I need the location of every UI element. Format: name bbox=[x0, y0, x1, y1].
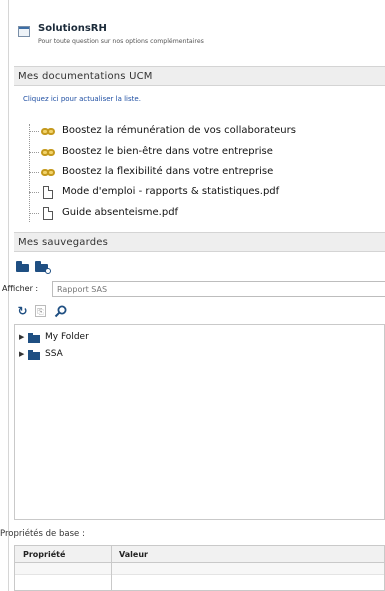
saves-panel: Mes sauvegardes Afficher : ↻ ⎘ ▶ My Fold… bbox=[0, 232, 385, 591]
docs-header: Mes documentations UCM bbox=[14, 66, 385, 86]
link-icon bbox=[41, 149, 55, 156]
folder-name[interactable]: My Folder bbox=[45, 332, 89, 342]
doc-item[interactable]: Guide absenteisme.pdf bbox=[29, 205, 385, 223]
file-icon bbox=[43, 207, 53, 220]
saves-header: Mes sauvegardes bbox=[14, 232, 385, 252]
docs-header-title: Mes documentations UCM bbox=[18, 71, 153, 82]
column-divider bbox=[111, 546, 112, 591]
folder-tree[interactable]: ▶ My Folder ▶ SSA bbox=[14, 324, 385, 520]
doc-label[interactable]: Mode d'emploi - rapports & statistiques.… bbox=[62, 186, 279, 197]
expand-arrow-icon[interactable]: ▶ bbox=[19, 333, 24, 341]
doc-item[interactable]: Boostez la flexibilité dans votre entrep… bbox=[29, 164, 385, 182]
link-icon bbox=[41, 128, 55, 135]
doc-label[interactable]: Boostez le bien-être dans votre entrepri… bbox=[62, 146, 273, 157]
computer-icon bbox=[18, 26, 30, 37]
tree-toolbar: ↻ ⎘ bbox=[14, 304, 104, 320]
filter-row: Afficher : bbox=[0, 280, 385, 298]
promo-subtitle: Pour toute question sur nos options comp… bbox=[38, 38, 204, 45]
props-header: Propriété Valeur bbox=[15, 546, 384, 563]
doc-item[interactable]: Boostez la rémunération de vos collabora… bbox=[29, 123, 385, 141]
props-table: Propriété Valeur bbox=[14, 545, 385, 591]
filter-label: Afficher : bbox=[2, 284, 39, 293]
search-icon[interactable] bbox=[54, 305, 67, 318]
folder-icon bbox=[28, 333, 40, 343]
expand-arrow-icon[interactable]: ▶ bbox=[19, 350, 24, 358]
open-folder-icon[interactable] bbox=[16, 261, 29, 272]
docs-panel: Mes documentations UCM Cliquez ici pour … bbox=[14, 66, 385, 226]
filter-input[interactable] bbox=[52, 281, 385, 297]
column-value[interactable]: Valeur bbox=[119, 550, 148, 559]
tree-folder[interactable]: ▶ My Folder bbox=[19, 331, 219, 345]
table-row bbox=[15, 563, 384, 575]
refresh-icon[interactable]: ↻ bbox=[16, 305, 29, 318]
folder-settings-icon[interactable] bbox=[35, 261, 51, 274]
refresh-link[interactable]: Cliquez ici pour actualiser la liste. bbox=[23, 95, 141, 103]
promo-title[interactable]: SolutionsRH bbox=[38, 23, 107, 34]
props-label: Propriétés de base : bbox=[0, 529, 85, 539]
tree-folder[interactable]: ▶ SSA bbox=[19, 348, 219, 362]
doc-item[interactable]: Boostez le bien-être dans votre entrepri… bbox=[29, 144, 385, 162]
folder-icon bbox=[28, 350, 40, 360]
copy-icon[interactable]: ⎘ bbox=[35, 305, 46, 317]
doc-label[interactable]: Boostez la rémunération de vos collabora… bbox=[62, 125, 296, 136]
doc-label[interactable]: Boostez la flexibilité dans votre entrep… bbox=[62, 166, 273, 177]
doc-label[interactable]: Guide absenteisme.pdf bbox=[62, 207, 178, 218]
saves-header-title: Mes sauvegardes bbox=[18, 237, 109, 248]
saves-toolbar bbox=[14, 259, 54, 275]
column-property[interactable]: Propriété bbox=[23, 550, 65, 559]
file-icon bbox=[43, 186, 53, 199]
doc-item[interactable]: Mode d'emploi - rapports & statistiques.… bbox=[29, 184, 385, 202]
link-icon bbox=[41, 169, 55, 176]
promo-panel: SolutionsRH Pour toute question sur nos … bbox=[14, 18, 385, 56]
folder-name[interactable]: SSA bbox=[45, 349, 63, 359]
